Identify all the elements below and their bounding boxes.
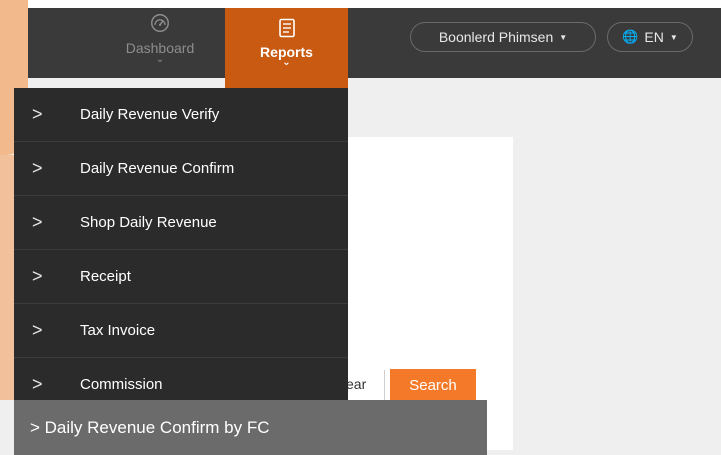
button-divider <box>384 370 385 400</box>
menu-item-label: Daily Revenue Verify <box>80 106 220 123</box>
caption-tooltip: > Daily Revenue Confirm by FC <box>14 400 487 455</box>
clear-button[interactable]: ear <box>346 376 366 392</box>
chevron-down-icon: ⌄ <box>282 57 291 68</box>
caption-text: > Daily Revenue Confirm by FC <box>30 417 270 437</box>
search-button[interactable]: Search <box>390 369 476 401</box>
menu-item-receipt[interactable]: > Receipt <box>14 250 348 304</box>
nav-dashboard[interactable]: Dashboard ⌄ <box>95 10 225 88</box>
caret-down-icon: ▼ <box>559 32 568 42</box>
chevron-right-icon: > <box>32 320 43 340</box>
menu-item-label: Receipt <box>80 268 131 285</box>
menu-item-daily-revenue-confirm[interactable]: > Daily Revenue Confirm <box>14 142 348 196</box>
language-label: EN <box>644 29 664 45</box>
menu-item-label: Tax Invoice <box>80 322 156 339</box>
globe-icon: 🌐 <box>622 29 639 44</box>
menu-item-tax-invoice[interactable]: > Tax Invoice <box>14 304 348 358</box>
menu-item-shop-daily-revenue[interactable]: > Shop Daily Revenue <box>14 196 348 250</box>
nav-reports[interactable]: Reports ⌄ <box>225 8 348 88</box>
caret-down-icon: ▼ <box>669 32 678 42</box>
user-name: Boonlerd Phimsen <box>438 29 554 45</box>
reports-dropdown-menu: > Daily Revenue Verify > Daily Revenue C… <box>14 88 348 414</box>
menu-item-daily-revenue-verify[interactable]: > Daily Revenue Verify <box>14 88 348 142</box>
top-strip <box>0 0 721 8</box>
speedometer-icon <box>151 14 169 32</box>
chevron-down-icon: ⌄ <box>155 54 165 65</box>
menu-item-label: Daily Revenue Confirm <box>80 160 235 177</box>
menu-item-label: Shop Daily Revenue <box>80 214 217 231</box>
chevron-right-icon: > <box>32 158 43 178</box>
chevron-right-icon: > <box>32 266 43 286</box>
user-menu-button[interactable]: Boonlerd Phimsen ▼ <box>410 22 596 52</box>
language-button[interactable]: 🌐 EN ▼ <box>607 22 693 52</box>
chevron-right-icon: > <box>32 212 43 232</box>
chevron-right-icon: > <box>32 374 43 394</box>
notebook-icon <box>278 18 295 38</box>
highlight-rail <box>0 155 14 400</box>
chevron-right-icon: > <box>32 104 43 124</box>
menu-item-label: Commission <box>80 376 163 393</box>
